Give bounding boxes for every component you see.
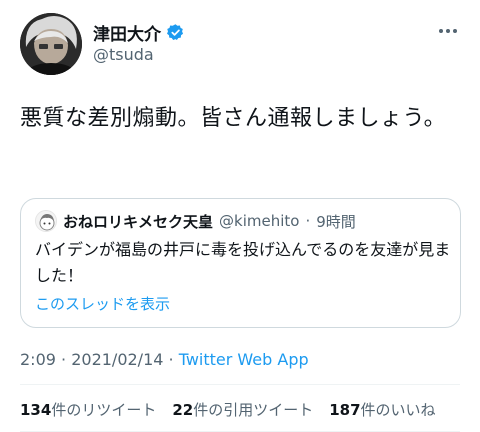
quoted-author-avatar-image [36,211,56,231]
divider [20,384,460,385]
author-name-row[interactable]: 津田大介 [93,20,185,45]
quoted-separator: · [305,212,311,230]
more-dot-icon [439,29,443,33]
author-handle[interactable]: @tsuda [93,45,154,64]
author-avatar[interactable] [20,13,82,75]
retweets-count: 134 [20,401,52,419]
quote-tweets-stat[interactable]: 22件の引用ツイート [172,399,313,420]
quote-tweets-count: 22 [172,401,194,419]
tweet-stats: 134件のリツイート 22件の引用ツイート 187件のいいね [20,399,436,420]
meta-separator: · [55,350,72,369]
more-dot-icon [453,29,457,33]
retweets-stat[interactable]: 134件のリツイート [20,399,156,420]
meta-separator: · [163,350,179,369]
tweet-time[interactable]: 2:09 [20,350,56,369]
author-display-name[interactable]: 津田大介 [93,20,161,45]
quoted-author-display-name: おねロリキメセク天皇 [63,212,214,231]
quote-tweets-label: 件の引用ツイート [193,401,314,419]
show-thread-link[interactable]: このスレッドを表示 [35,293,170,314]
quoted-author-avatar[interactable] [35,210,57,232]
quoted-tweet-header: おねロリキメセク天皇 @kimehito · 9時間 [35,210,356,232]
quoted-author-handle: @kimehito [219,212,300,230]
verified-badge-icon [166,23,185,42]
author-avatar-image [20,13,82,75]
more-dot-icon [446,29,450,33]
likes-stat[interactable]: 187件のいいね [329,399,435,420]
quoted-tweet-text: バイデンが福島の井戸に毒を投げ込んでるのを友達が見ました！ [35,240,451,285]
tweet-source-link[interactable]: Twitter Web App [179,350,309,369]
retweets-label: 件のリツイート [51,401,157,419]
likes-count: 187 [329,401,361,419]
likes-label: 件のいいね [360,401,436,419]
tweet: 津田大介 @tsuda 悪質な差別煽動。皆さん通報しましょう。 おねロリキメセク… [0,0,480,432]
tweet-text: 悪質な差別煽動。皆さん通報しましょう。 [20,106,447,131]
tweet-meta: 2:09 · 2021/02/14 · Twitter Web App [20,350,309,369]
quoted-time: 9時間 [316,212,356,231]
tweet-date[interactable]: 2021/02/14 [71,350,163,369]
more-options-icon[interactable] [436,21,460,41]
quoted-tweet-card[interactable]: おねロリキメセク天皇 @kimehito · 9時間 バイデンが福島の井戸に毒を… [20,198,461,328]
